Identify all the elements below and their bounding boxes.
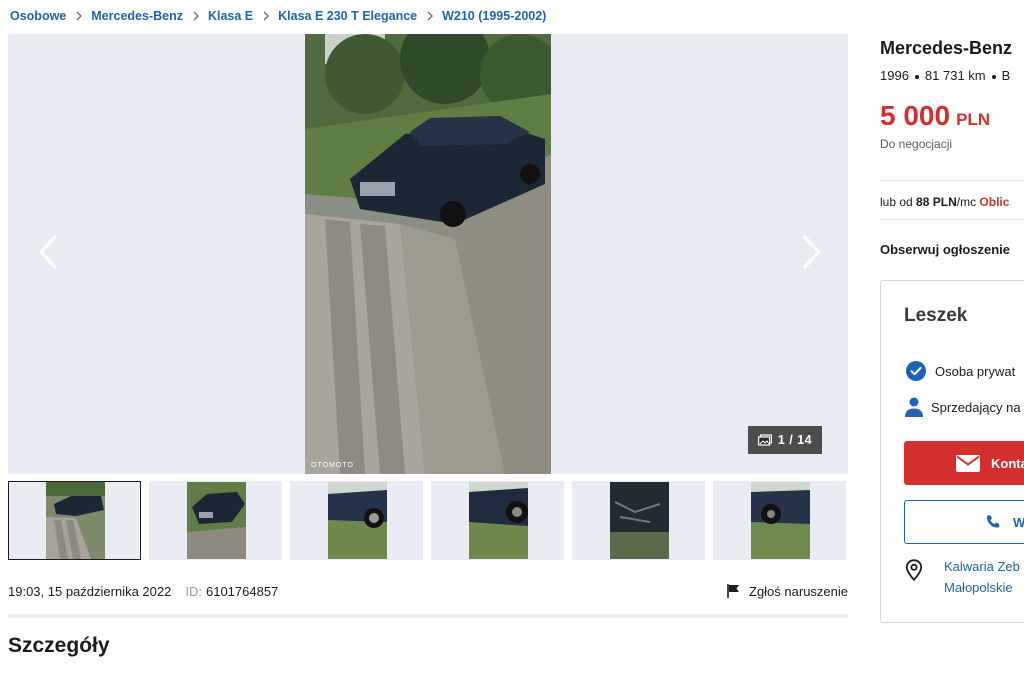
phone-icon xyxy=(986,515,1000,528)
thumbnail[interactable] xyxy=(713,481,846,560)
calculate-link[interactable]: Oblic xyxy=(979,195,1009,209)
listing-meta: 19:03, 15 października 2022 ID: 61017648… xyxy=(8,583,848,599)
main-photo[interactable]: OTOMOTO xyxy=(305,34,551,474)
photo-gallery[interactable]: OTOMOTO 1 / 14 xyxy=(8,34,848,474)
price-currency: PLN xyxy=(956,110,991,129)
thumbnail[interactable] xyxy=(290,481,423,560)
contact-seller-label: Konta xyxy=(991,456,1024,471)
next-photo-button[interactable] xyxy=(792,232,832,272)
financing-info: lub od 88 PLN/mc Oblic xyxy=(880,195,1009,209)
listing-id-label: ID: xyxy=(185,583,202,599)
listing-title: Mercedes-Benz xyxy=(880,38,1013,58)
chevron-right-icon xyxy=(76,11,83,21)
divider xyxy=(880,219,1024,220)
chevron-right-icon xyxy=(803,235,821,269)
watermark: OTOMOTO xyxy=(311,462,354,469)
thumbnail-strip xyxy=(8,481,848,561)
seller-since-row: Sprzedający na xyxy=(905,397,1021,417)
previous-photo-button[interactable] xyxy=(28,232,68,272)
spec-next: B xyxy=(1001,68,1011,83)
verified-check-icon xyxy=(906,361,926,381)
chevron-left-icon xyxy=(39,235,57,269)
report-abuse-label: Zgłoś naruszenie xyxy=(749,583,848,599)
chevron-right-icon xyxy=(427,11,434,21)
divider xyxy=(880,180,1024,181)
spec-mileage: 81 731 km xyxy=(924,68,986,83)
photo-counter-text: 1 / 14 xyxy=(777,433,813,447)
details-heading: Szczegóły xyxy=(8,634,110,657)
key-specs: 1996 81 731 km B xyxy=(880,68,1010,83)
breadcrumb-version[interactable]: Klasa E 230 T Elegance xyxy=(278,9,417,23)
thumbnail[interactable] xyxy=(149,481,282,560)
location-pin-icon xyxy=(905,559,923,581)
breadcrumb: Osobowe Mercedes-Benz Klasa E Klasa E 23… xyxy=(10,8,546,24)
chevron-right-icon xyxy=(193,11,199,21)
show-phone-button[interactable]: W xyxy=(904,500,1024,544)
separator-dot xyxy=(914,74,919,79)
contact-seller-button[interactable]: Konta xyxy=(904,441,1024,485)
finance-prefix: lub od xyxy=(880,195,913,209)
thumbnail[interactable] xyxy=(431,481,564,560)
envelope-icon xyxy=(956,455,980,472)
chevron-right-icon xyxy=(263,11,270,21)
person-icon xyxy=(905,397,923,417)
report-abuse-link[interactable]: Zgłoś naruszenie xyxy=(725,583,848,599)
breadcrumb-generation[interactable]: W210 (1995-2002) xyxy=(442,9,546,23)
location-city-link[interactable]: Kalwaria Zeb xyxy=(944,559,1020,574)
seller-name: Leszek xyxy=(904,305,968,326)
spec-year: 1996 xyxy=(880,68,909,83)
show-phone-label: W xyxy=(1013,515,1024,530)
separator-dot xyxy=(991,74,996,79)
flag-icon xyxy=(727,584,739,598)
location-region-link[interactable]: Małopolskie xyxy=(944,580,1013,595)
finance-suffix: /mc xyxy=(956,195,977,209)
listing-date: 19:03, 15 października 2022 xyxy=(8,583,172,599)
gallery-icon xyxy=(757,434,772,446)
price: 5 000 PLN xyxy=(880,100,990,132)
seller-type-row: Osoba prywat xyxy=(905,360,1015,382)
thumbnail[interactable] xyxy=(8,481,141,560)
observe-listing-button[interactable]: Obserwuj ogłoszenie xyxy=(880,242,1010,257)
section-divider xyxy=(8,614,848,618)
breadcrumb-make[interactable]: Mercedes-Benz xyxy=(91,9,183,23)
breadcrumb-osobowe[interactable]: Osobowe xyxy=(10,9,66,23)
photo-counter: 1 / 14 xyxy=(748,426,822,454)
negotiable-label: Do negocjacji xyxy=(880,137,953,151)
price-amount: 5 000 xyxy=(880,100,951,131)
seller-since: Sprzedający na xyxy=(931,399,1021,415)
thumbnail[interactable] xyxy=(572,481,705,560)
seller-type: Osoba prywat xyxy=(935,363,1016,379)
finance-amount: 88 PLN xyxy=(916,195,957,209)
breadcrumb-model[interactable]: Klasa E xyxy=(208,9,253,23)
seller-card: Leszek Osoba prywat Sprzedający na Konta… xyxy=(880,280,1024,623)
listing-id: 6101764857 xyxy=(205,583,279,599)
